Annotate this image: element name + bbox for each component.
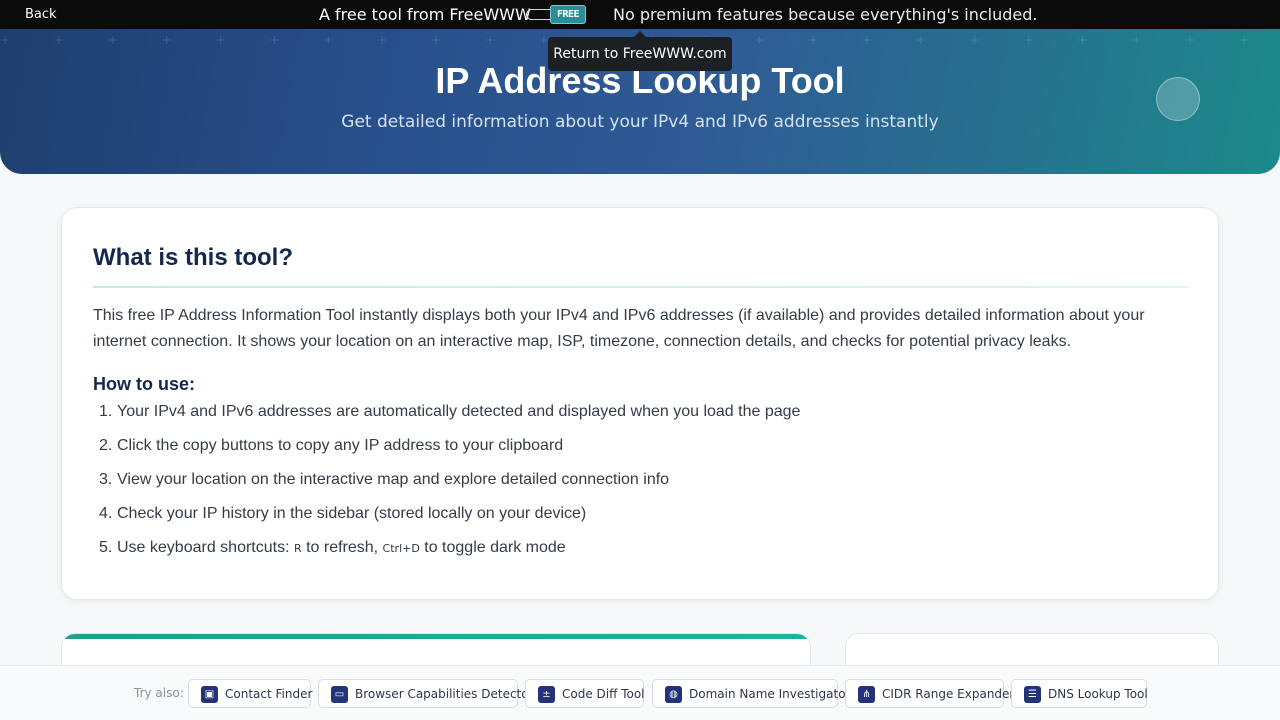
- contact-icon: ▣: [201, 686, 218, 703]
- step-text: Check your IP history in the sidebar (st…: [117, 505, 587, 522]
- tool-link-cidr-expander[interactable]: ⋔ CIDR Range Expander: [845, 679, 1014, 708]
- globe-icon: ◍: [665, 686, 682, 703]
- try-also-bar: Try also: ▣ Contact Finder ▭ Browser Cap…: [0, 665, 1280, 720]
- card-accent-bar: [62, 634, 810, 639]
- tool-link-code-diff[interactable]: ± Code Diff Tool: [525, 679, 645, 708]
- theme-toggle-button[interactable]: [1156, 77, 1200, 121]
- shortcut-key-refresh: R: [293, 542, 302, 555]
- list-item: 4. Check your IP history in the sidebar (…: [99, 505, 587, 522]
- tool-label: Contact Finder: [225, 687, 313, 701]
- network-icon: ⋔: [858, 686, 875, 703]
- step-text: Your IPv4 and IPv6 addresses are automat…: [117, 403, 801, 420]
- tool-description: This free IP Address Information Tool in…: [93, 307, 1145, 350]
- step-text: Use keyboard shortcuts:: [117, 539, 294, 556]
- diff-icon: ±: [538, 686, 555, 703]
- how-to-steps: 1. Your IPv4 and IPv6 addresses are autom…: [93, 399, 1189, 569]
- tool-info-card: What is this tool? This free IP Address …: [61, 207, 1219, 600]
- free-badge: FREE: [550, 5, 586, 24]
- list-item: 5. Use keyboard shortcuts: R to refresh, …: [99, 539, 566, 556]
- tool-label: DNS Lookup Tool: [1048, 687, 1148, 701]
- tool-link-dns-lookup[interactable]: ☰ DNS Lookup Tool: [1011, 679, 1148, 708]
- heading-divider: [93, 286, 1189, 288]
- tool-link-domain-investigator[interactable]: ◍ Domain Name Investigator: [652, 679, 850, 708]
- step-text: View your location on the interactive ma…: [117, 471, 670, 488]
- step-text: to refresh,: [301, 539, 383, 556]
- tool-label: Browser Capabilities Detector: [355, 687, 534, 701]
- back-link[interactable]: Back: [25, 7, 57, 22]
- how-to-heading: How to use:: [93, 374, 195, 394]
- promo-bar: Back A free tool from FreeWWW FREE No pr…: [0, 0, 1280, 29]
- browser-icon: ▭: [331, 686, 348, 703]
- page-subtitle: Get detailed information about your IPv4…: [341, 112, 939, 132]
- server-icon: ☰: [1024, 686, 1041, 703]
- tool-label: Code Diff Tool: [562, 687, 645, 701]
- tool-link-browser-capabilities[interactable]: ▭ Browser Capabilities Detector: [318, 679, 534, 708]
- no-premium-text: No premium features because everything's…: [613, 5, 1038, 24]
- free-tool-text: A free tool from FreeWWW: [319, 5, 531, 24]
- info-heading: What is this tool?: [93, 244, 293, 271]
- return-tooltip: Return to FreeWWW.com: [548, 31, 732, 71]
- list-item: 2. Click the copy buttons to copy any IP …: [99, 437, 564, 454]
- list-item: 3. View your location on the interactive …: [99, 471, 670, 488]
- freewww-logo-link[interactable]: FREE: [526, 5, 588, 24]
- list-item: 1. Your IPv4 and IPv6 addresses are autom…: [99, 403, 801, 420]
- tool-label: Domain Name Investigator: [689, 687, 851, 701]
- step-text: Click the copy buttons to copy any IP ad…: [117, 437, 564, 454]
- step-text: to toggle dark mode: [419, 539, 566, 556]
- try-also-label: Try also:: [134, 686, 184, 700]
- shortcut-key-dark-mode: Ctrl+D: [382, 542, 420, 555]
- tool-label: CIDR Range Expander: [882, 687, 1015, 701]
- tool-link-contact-finder[interactable]: ▣ Contact Finder: [188, 679, 313, 708]
